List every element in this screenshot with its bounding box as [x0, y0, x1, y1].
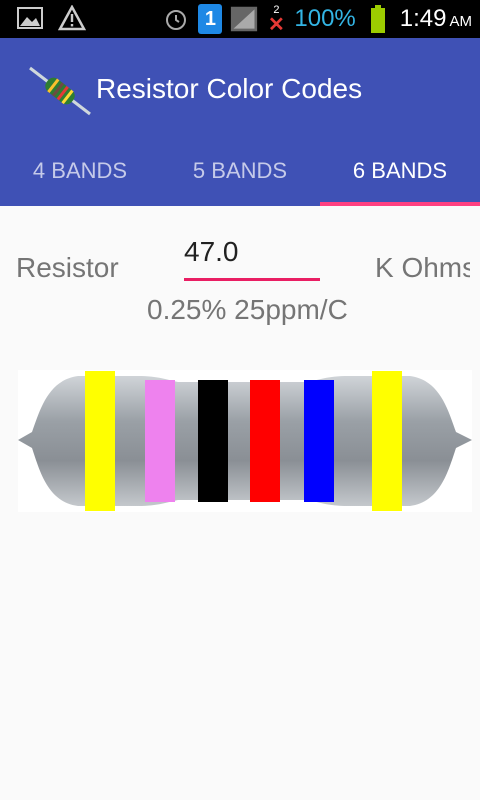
clock: 1:49 AM	[400, 5, 472, 33]
signal-icon	[230, 5, 258, 33]
resistor-logo-icon	[28, 66, 92, 121]
band-5-blue	[304, 380, 334, 502]
band-4-red	[250, 380, 280, 502]
alarm-icon	[162, 5, 190, 33]
battery-icon	[364, 5, 392, 33]
clock-ampm: AM	[449, 13, 473, 30]
resistor-image	[18, 370, 472, 517]
resistance-value-input[interactable]	[184, 232, 320, 281]
band-2-violet	[145, 380, 175, 502]
tolerance-text: 0.25% 25ppm/C	[147, 294, 348, 325]
image-icon	[16, 4, 44, 32]
resistor-label: Resistor	[16, 252, 119, 283]
unit-label: K Ohms	[375, 252, 470, 283]
battery-percent: 100%	[294, 5, 356, 32]
status-bar: 1 2 ✕ 100% 1:49 AM	[0, 0, 480, 38]
tab-5-bands[interactable]: 5 BANDS	[160, 136, 320, 206]
app-title: Resistor Color Codes	[96, 73, 363, 104]
tab-4-bands[interactable]: 4 BANDS	[0, 136, 160, 206]
band-1-yellow	[85, 371, 115, 511]
warning-icon	[58, 4, 86, 32]
tab-6-bands[interactable]: 6 BANDS	[320, 136, 480, 206]
sim-icon: 1	[198, 4, 223, 34]
missed-call-icon: 2 ✕	[268, 3, 285, 36]
resistor-graphic	[18, 370, 472, 512]
band-tabs: 4 BANDS 5 BANDS 6 BANDS	[0, 136, 480, 206]
band-3-black	[198, 380, 228, 502]
clock-time: 1:49	[399, 5, 447, 32]
band-6-yellow	[372, 371, 402, 511]
sim-number: 1	[204, 7, 216, 30]
